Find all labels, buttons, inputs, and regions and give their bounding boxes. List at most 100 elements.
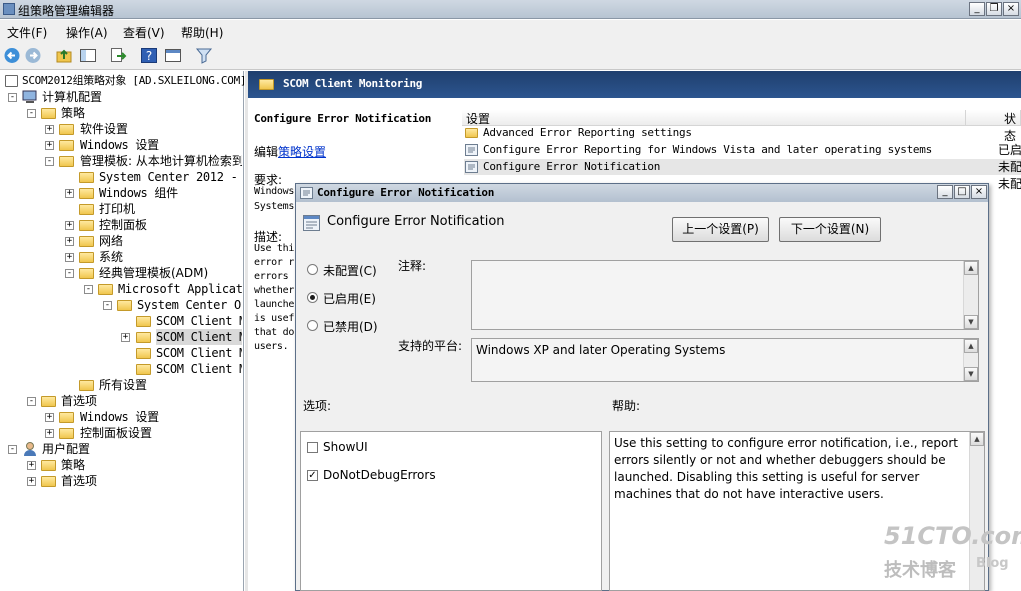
expand-icon[interactable]: + xyxy=(45,429,54,438)
previous-setting-button[interactable]: 上一个设置(P) xyxy=(672,217,769,242)
computer-icon xyxy=(22,90,37,103)
expand-icon[interactable]: + xyxy=(121,333,130,342)
restore-button[interactable]: ❐ xyxy=(986,2,1002,16)
expand-icon[interactable]: + xyxy=(45,125,54,134)
next-setting-button[interactable]: 下一个设置(N) xyxy=(779,217,881,242)
tree-user-config[interactable]: 用户配置 xyxy=(42,441,90,457)
scroll-up-icon[interactable]: ▲ xyxy=(970,432,984,446)
minimize-button[interactable]: _ xyxy=(969,2,985,16)
tree-system[interactable]: 系统 xyxy=(99,249,123,265)
scroll-up-icon[interactable]: ▲ xyxy=(964,261,978,275)
title-bar: 组策略管理编辑器 _ ❐ × xyxy=(0,0,1021,19)
expand-icon[interactable]: + xyxy=(27,477,36,486)
platform-label: 支持的平台: xyxy=(398,339,463,353)
radio-not-configured[interactable] xyxy=(307,264,318,275)
close-button[interactable]: × xyxy=(1003,2,1019,16)
expand-icon[interactable]: + xyxy=(65,189,74,198)
folder-icon xyxy=(41,108,56,119)
app-icon xyxy=(3,3,15,15)
tree-network[interactable]: 网络 xyxy=(99,233,123,249)
menu-view[interactable]: 查看(V) xyxy=(123,24,165,41)
folder-icon xyxy=(465,128,478,138)
filter-icon[interactable] xyxy=(195,47,213,64)
scrollbar[interactable]: ▲ ▼ xyxy=(963,339,978,381)
tree-windows-components[interactable]: Windows 组件 xyxy=(99,185,178,201)
tree-sc2012[interactable]: System Center 2012 - Operations Manager xyxy=(99,169,242,185)
expand-icon[interactable]: + xyxy=(27,461,36,470)
tree-root[interactable]: SCOM2012组策略对象 [AD.SXLEILONG.COM] xyxy=(22,73,247,89)
close-button[interactable]: × xyxy=(971,185,987,199)
tree-ms-apps[interactable]: Microsoft Applications xyxy=(118,281,242,297)
list-item-selected[interactable]: Configure Error Notification 未配 xyxy=(464,159,1021,175)
donotdebugerrors-checkbox[interactable]: ✓ xyxy=(307,470,318,481)
expand-icon[interactable]: + xyxy=(65,237,74,246)
menu-action[interactable]: 操作(A) xyxy=(66,24,108,41)
dialog-heading: Configure Error Notification xyxy=(327,214,505,229)
export-list-icon[interactable] xyxy=(109,47,127,64)
tree-printers[interactable]: 打印机 xyxy=(99,201,135,217)
folder-icon xyxy=(117,300,132,311)
radio-not-configured-label: 未配置(C) xyxy=(323,264,377,278)
tree-preferences[interactable]: 首选项 xyxy=(61,393,97,409)
collapse-icon[interactable]: - xyxy=(8,445,17,454)
setting-icon xyxy=(465,144,478,156)
tree-scom-1[interactable]: SCOM Client Monitoring xyxy=(156,313,242,329)
options-panel: ShowUI ✓ DoNotDebugErrors xyxy=(300,431,602,591)
watermark-blog: Blog xyxy=(976,556,1009,571)
scroll-down-icon[interactable]: ▼ xyxy=(964,315,978,329)
collapse-icon[interactable]: - xyxy=(27,397,36,406)
collapse-icon[interactable]: - xyxy=(8,93,17,102)
collapse-icon[interactable]: - xyxy=(84,285,93,294)
donotdebugerrors-label: DoNotDebugErrors xyxy=(323,468,436,482)
description-line: is usef xyxy=(254,313,295,324)
back-icon[interactable] xyxy=(3,47,21,64)
collapse-icon[interactable]: - xyxy=(27,109,36,118)
tree-scom-4[interactable]: SCOM Client Monitoring xyxy=(156,361,242,377)
tree-scom-2[interactable]: SCOM Client Monitoring xyxy=(156,329,242,345)
tree-user-prefs[interactable]: 首选项 xyxy=(61,473,97,489)
tree-pref-cpanel[interactable]: 控制面板设置 xyxy=(80,425,152,441)
tree-computer-config[interactable]: 计算机配置 xyxy=(42,89,102,105)
collapse-icon[interactable]: - xyxy=(45,157,54,166)
tree-admin-templates[interactable]: 管理模板: 从本地计算机检索到 xyxy=(80,153,242,169)
list-item[interactable]: Configure Error Reporting for Windows Vi… xyxy=(464,142,1021,158)
radio-disabled[interactable] xyxy=(307,320,318,331)
list-item[interactable]: Advanced Error Reporting settings xyxy=(464,125,1021,141)
tree-pref-windows[interactable]: Windows 设置 xyxy=(80,409,159,425)
minimize-button[interactable]: _ xyxy=(937,185,953,199)
expand-icon[interactable]: + xyxy=(65,253,74,262)
scrollbar[interactable]: ▲ ▼ xyxy=(963,261,978,329)
tree-sc-ops[interactable]: System Center Operations Manager xyxy=(137,297,242,313)
showui-checkbox[interactable] xyxy=(307,442,318,453)
tree-all-settings[interactable]: 所有设置 xyxy=(99,377,147,393)
radio-enabled[interactable] xyxy=(307,292,318,303)
comment-textarea[interactable]: ▲ ▼ xyxy=(471,260,979,330)
scroll-up-icon[interactable]: ▲ xyxy=(964,339,978,353)
tree-software-settings[interactable]: 软件设置 xyxy=(80,121,128,137)
folder-icon xyxy=(79,172,94,183)
maximize-button[interactable]: □ xyxy=(954,185,970,199)
expand-icon[interactable]: + xyxy=(65,221,74,230)
tree-user-policies[interactable]: 策略 xyxy=(61,457,85,473)
scroll-down-icon[interactable]: ▼ xyxy=(964,367,978,381)
menu-help[interactable]: 帮助(H) xyxy=(181,24,223,41)
tree-classic-adm[interactable]: 经典管理模板(ADM) xyxy=(99,265,208,281)
expand-icon[interactable]: + xyxy=(45,413,54,422)
show-hide-tree-icon[interactable] xyxy=(79,47,97,64)
forward-icon[interactable] xyxy=(24,47,42,64)
menu-file[interactable]: 文件(F) xyxy=(7,24,47,41)
collapse-icon[interactable]: - xyxy=(65,269,74,278)
tree-control-panel[interactable]: 控制面板 xyxy=(99,217,147,233)
help-icon[interactable]: ? xyxy=(140,47,158,64)
tree-scom-3[interactable]: SCOM Client Monitoring xyxy=(156,345,242,361)
tree-policies[interactable]: 策略 xyxy=(61,105,85,121)
up-folder-icon[interactable] xyxy=(55,47,73,64)
expand-icon[interactable]: + xyxy=(45,141,54,150)
folder-icon xyxy=(136,364,151,375)
collapse-icon[interactable]: - xyxy=(103,301,112,310)
properties-icon[interactable] xyxy=(164,47,182,64)
column-header-state[interactable]: 状态 xyxy=(966,110,1021,143)
edit-policy-link[interactable]: 策略设置 xyxy=(278,145,326,159)
tree-windows-settings[interactable]: Windows 设置 xyxy=(80,137,159,153)
column-header-setting[interactable]: 设置 xyxy=(462,110,966,126)
